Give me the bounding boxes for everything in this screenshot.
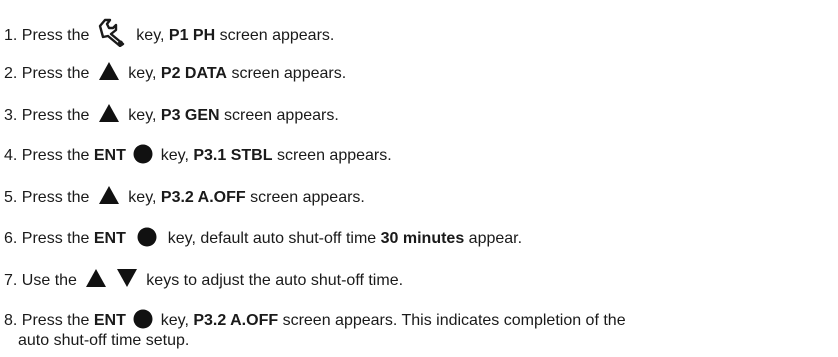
step-text: Press the [21, 27, 90, 45]
step-text: appear. [468, 230, 523, 248]
step-text: screen appears. [250, 189, 365, 207]
step-number: 8. [4, 312, 18, 330]
step-text: Press the [21, 312, 90, 330]
step-text: key, [128, 189, 157, 207]
circle-icon [133, 144, 153, 164]
step-number: 1. [4, 27, 18, 45]
step-text: key, [160, 147, 189, 165]
up-triangle-icon [85, 268, 107, 288]
key-name: ENT [93, 312, 126, 330]
circle-icon [133, 309, 153, 329]
step-number: 4. [4, 147, 18, 165]
wrench-icon [96, 17, 130, 47]
up-triangle-icon [98, 103, 120, 123]
step-text: key, [128, 107, 157, 125]
step-text: Press the [21, 230, 90, 248]
up-triangle-icon [98, 61, 120, 81]
step-6: 6. Press the ENT key, default auto shut-… [4, 227, 523, 249]
step-text: Use the [21, 272, 77, 290]
step-1: 1. Press the key, P1 PH screen appears. [4, 18, 335, 51]
step-number: 7. [4, 272, 18, 290]
step-4: 4. Press the ENT key, P3.1 STBL screen a… [4, 144, 392, 166]
step-text: screen appears. [276, 147, 392, 165]
step-text: key, [160, 312, 189, 330]
step-2: 2. Press the key, P2 DATA screen appears… [4, 61, 347, 84]
step-8: 8. Press the ENT key, P3.2 A.OFF screen … [4, 309, 626, 331]
step-number: 6. [4, 230, 18, 248]
step-number: 2. [4, 65, 18, 83]
step-text: Press the [21, 189, 90, 207]
screen-name: P3 GEN [160, 107, 220, 125]
screen-name: P3.2 A.OFF [193, 312, 279, 330]
step-text: key, default auto shut-off time [167, 230, 377, 248]
step-text: Press the [21, 107, 90, 125]
screen-name: P2 DATA [160, 65, 227, 83]
step-text: key, [128, 65, 157, 83]
step-3: 3. Press the key, P3 GEN screen appears. [4, 103, 339, 126]
step-5: 5. Press the key, P3.2 A.OFF screen appe… [4, 185, 365, 208]
step-7: 7. Use the keys to adjust the auto shut-… [4, 268, 404, 291]
screen-name: P3.2 A.OFF [160, 189, 246, 207]
down-triangle-icon [116, 268, 138, 288]
step-text: key, [136, 27, 165, 45]
step-text: keys to adjust the auto shut-off time. [146, 272, 404, 290]
step-text: screen appears. This indicates completio… [282, 312, 626, 330]
step-8-continuation: auto shut-off time setup. [18, 332, 190, 349]
step-number: 3. [4, 107, 18, 125]
step-text: screen appears. [219, 27, 335, 45]
step-text: screen appears. [224, 107, 339, 125]
step-text: Press the [21, 147, 90, 165]
step-text: Press the [21, 65, 90, 83]
step-text: screen appears. [231, 65, 347, 83]
key-name: ENT [93, 147, 126, 165]
screen-name: P3.1 STBL [193, 147, 273, 165]
highlight-value: 30 minutes [380, 230, 465, 248]
step-number: 5. [4, 189, 18, 207]
key-name: ENT [93, 230, 126, 248]
up-triangle-icon [98, 185, 120, 205]
circle-icon [137, 227, 157, 247]
screen-name: P1 PH [168, 27, 216, 45]
